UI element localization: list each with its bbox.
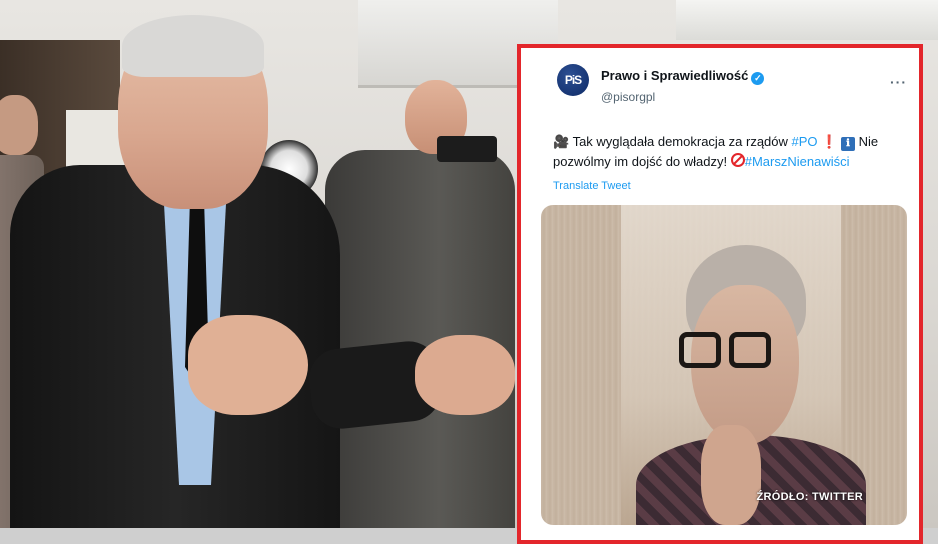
man-hair xyxy=(122,15,264,77)
account-name[interactable]: Prawo i Sprawiedliwość ✓ xyxy=(601,68,765,85)
hashtag-marsz[interactable]: #MarszNienawiści xyxy=(745,154,850,169)
pis-avatar[interactable]: PiS xyxy=(557,64,589,96)
tweet-header: PiS Prawo i Sprawiedliwość ✓ @pisorgpl ··… xyxy=(553,62,913,112)
info-icon: ℹ xyxy=(840,137,855,151)
translate-tweet-link[interactable]: Translate Tweet xyxy=(553,180,631,192)
exclamation-icon: ❗ xyxy=(821,134,838,149)
tweet-video[interactable]: ŹRÓDŁO: TWITTER xyxy=(541,205,907,525)
account-name-text: Prawo i Sprawiedliwość xyxy=(601,68,749,83)
tweet-card: PiS Prawo i Sprawiedliwość ✓ @pisorgpl ··… xyxy=(517,44,923,544)
more-icon[interactable]: ··· xyxy=(890,74,907,90)
tweet-body: 🎥 Tak wyglądała demokracja za rządów #PO… xyxy=(553,132,903,172)
speaking-man xyxy=(10,15,515,528)
video-camera xyxy=(437,136,497,162)
right-hand xyxy=(415,335,515,415)
avatar-text: PiS xyxy=(564,73,582,87)
tweet-text-part1: Tak wyglądała demokracja za rządów xyxy=(572,134,788,149)
air-conditioner xyxy=(676,0,938,40)
verified-badge-icon: ✓ xyxy=(751,72,765,85)
source-caption: ŹRÓDŁO: TWITTER xyxy=(756,491,863,503)
left-hand xyxy=(188,315,308,415)
account-handle[interactable]: @pisorgpl xyxy=(601,90,655,104)
glasses-icon xyxy=(679,332,779,372)
hashtag-po[interactable]: #PO xyxy=(792,134,818,149)
woman-hand xyxy=(701,425,761,525)
camera-icon: 🎥 xyxy=(553,134,570,149)
no-entry-icon xyxy=(730,153,745,167)
